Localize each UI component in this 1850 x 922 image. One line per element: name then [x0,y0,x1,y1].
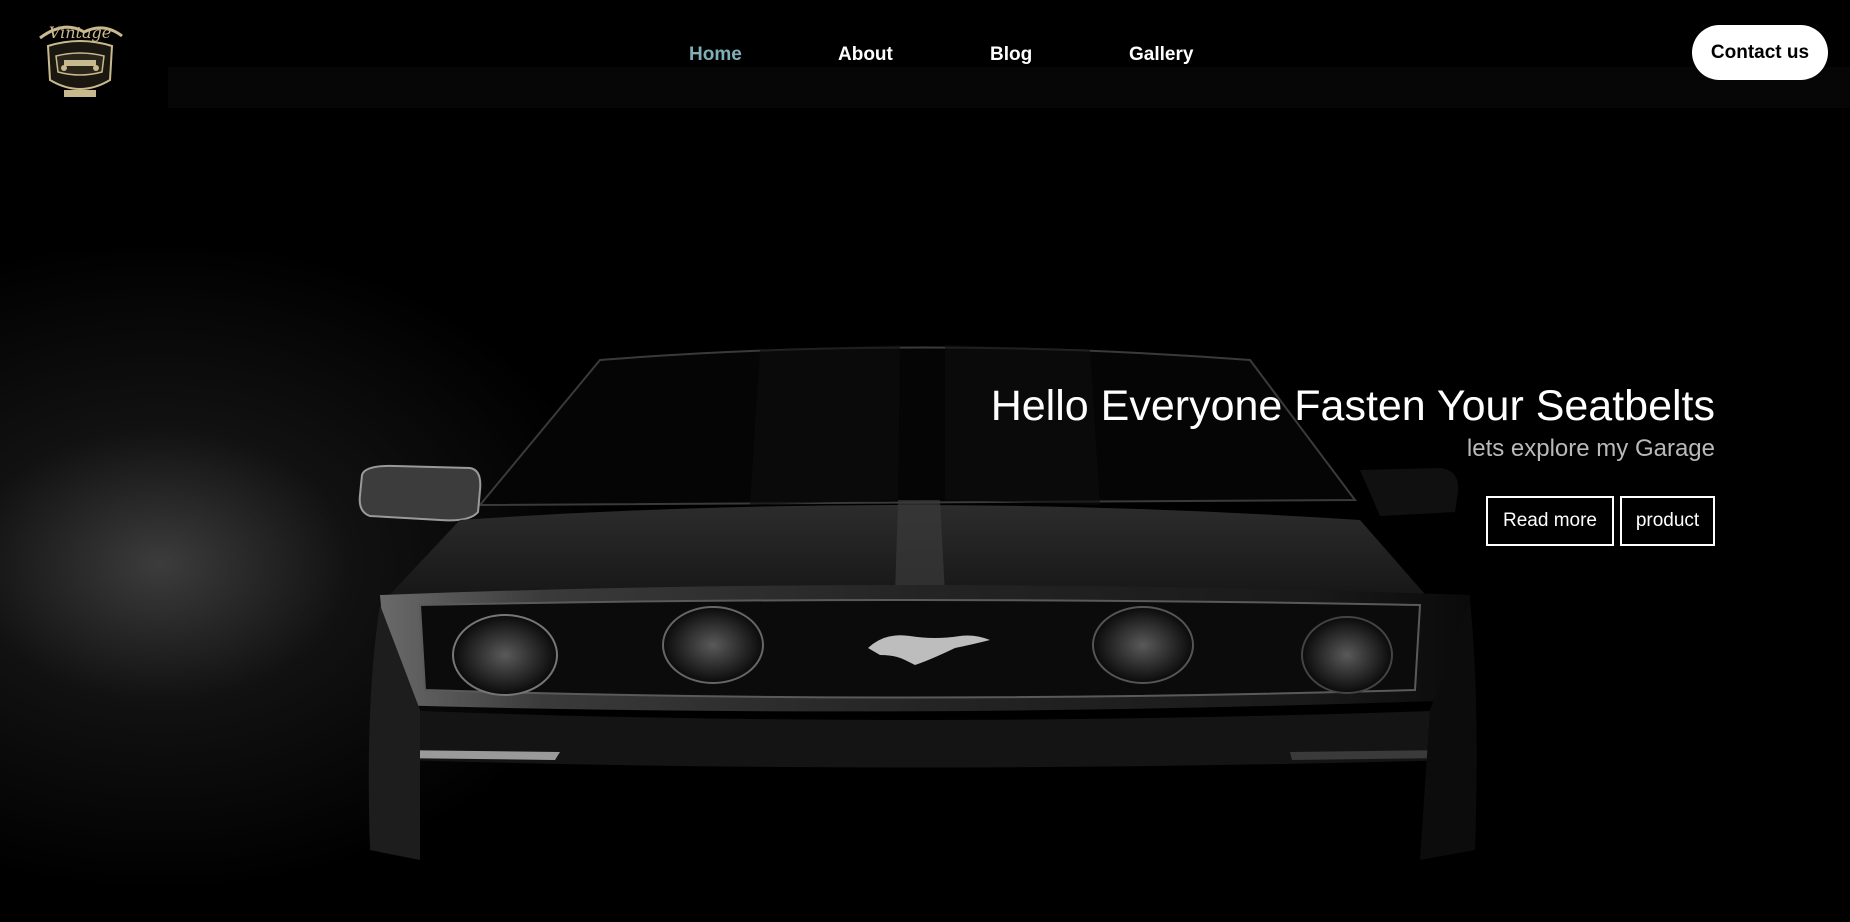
page: Vintage Home About Blog Gallery Contact … [0,0,1850,922]
hero-text-block: Hello Everyone Fasten Your Seatbelts let… [991,380,1715,464]
nav-link-gallery[interactable]: Gallery [1129,44,1193,66]
hero-buttons: Read more product [1486,496,1715,546]
hero-title: Hello Everyone Fasten Your Seatbelts [990,382,1715,430]
nav-link-about[interactable]: About [838,44,893,66]
read-more-button[interactable]: Read more [1486,496,1614,546]
hero-subtitle: lets explore my Garage [1466,435,1715,462]
product-button[interactable]: product [1620,496,1715,546]
contact-us-button[interactable]: Contact us [1692,25,1828,80]
main-nav: Home About Blog Gallery [0,0,1850,108]
nav-link-blog[interactable]: Blog [990,44,1032,66]
nav-link-home[interactable]: Home [689,44,742,66]
header: Vintage Home About Blog Gallery Contact … [0,0,1850,108]
